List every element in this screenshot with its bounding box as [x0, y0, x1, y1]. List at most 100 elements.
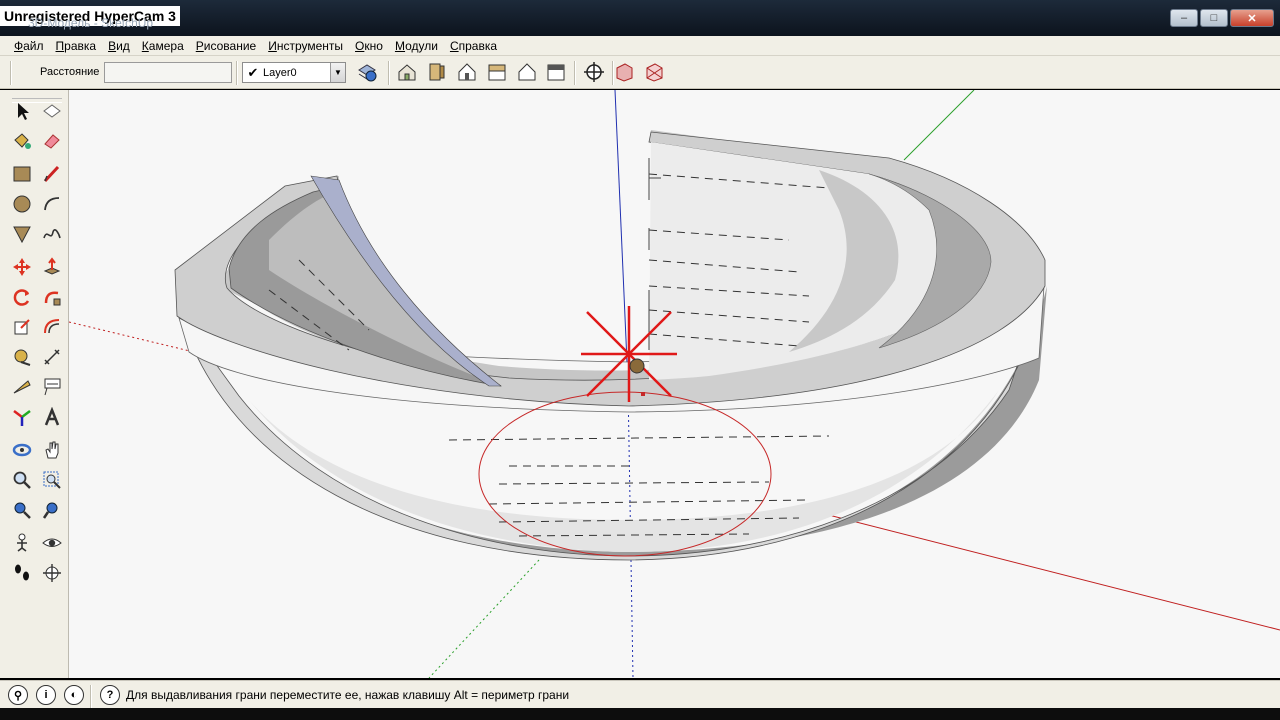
axes-tool-button[interactable] — [10, 405, 34, 429]
menu-view[interactable]: Вид — [102, 36, 136, 56]
rectangle-icon — [13, 166, 31, 182]
toolbar-separator — [236, 61, 238, 85]
camera-person-icon — [17, 533, 27, 552]
view-top-button[interactable] — [425, 60, 449, 84]
dimension-icon — [44, 349, 60, 365]
credits-icon[interactable]: i — [36, 685, 56, 705]
maximize-button[interactable]: □ — [1200, 9, 1228, 27]
section-box-icon — [616, 63, 633, 82]
follow-me-tool-button[interactable] — [40, 285, 64, 309]
green-axis — [903, 90, 975, 161]
status-hint: Для выдавливания грани переместите ее, н… — [126, 688, 570, 702]
close-button[interactable]: ✕ — [1230, 9, 1274, 27]
house-left-icon — [547, 64, 565, 81]
help-icon[interactable]: ? — [100, 685, 120, 705]
rotate-tool-button[interactable] — [10, 285, 34, 309]
select-tool-button[interactable] — [10, 99, 34, 123]
view-iso-button[interactable] — [395, 60, 419, 84]
red-axis — [808, 509, 1280, 631]
menu-plugins[interactable]: Модули — [389, 36, 444, 56]
protractor-tool-button[interactable] — [10, 375, 34, 399]
move-cursor — [581, 306, 677, 402]
orbit-tool-button[interactable] — [10, 438, 34, 462]
pan-tool-button[interactable] — [40, 438, 64, 462]
measurements-input[interactable] — [104, 62, 232, 83]
pushpull-cursor-icon — [629, 358, 645, 374]
offset-tool-button[interactable] — [40, 315, 64, 339]
make-component-button[interactable] — [40, 99, 64, 123]
house-front-icon — [458, 63, 476, 81]
menu-help[interactable]: Справка — [444, 36, 503, 56]
3d-text-tool-button[interactable] — [40, 405, 64, 429]
section-cut-icon — [646, 63, 663, 82]
previous-view-icon — [42, 502, 58, 519]
polygon-tool-button[interactable] — [10, 222, 34, 246]
green-axis-negative — [428, 559, 540, 678]
bowl-model — [174, 130, 1047, 561]
circle-tool-button[interactable] — [10, 192, 34, 216]
push-pull-tool-button[interactable] — [40, 255, 64, 279]
geo-location-icon[interactable]: ⚲ — [8, 685, 28, 705]
menu-edit[interactable]: Правка — [50, 36, 103, 56]
rectangle-tool-button[interactable] — [10, 162, 34, 186]
move-tool-button[interactable] — [10, 255, 34, 279]
menu-file[interactable]: Файл — [8, 36, 50, 56]
zoom-window-tool-button[interactable] — [40, 468, 64, 492]
menu-tools[interactable]: Инструменты — [262, 36, 349, 56]
freehand-icon — [43, 229, 61, 239]
rotate-icon — [13, 289, 30, 306]
paint-bucket-button[interactable] — [10, 129, 34, 153]
3d-viewport[interactable] — [69, 90, 1280, 678]
bowl-lower-band — [249, 390, 999, 552]
text-tool-button[interactable] — [40, 375, 64, 399]
3d-text-icon — [44, 407, 60, 426]
scale-icon — [14, 319, 30, 335]
view-right-button[interactable] — [485, 60, 509, 84]
dimension-tool-button[interactable] — [40, 345, 64, 369]
inference-point — [641, 392, 645, 396]
house-right-icon — [488, 64, 506, 81]
minimize-button[interactable]: – — [1170, 9, 1198, 27]
toolbar-separator — [10, 61, 12, 85]
position-camera-button[interactable] — [582, 60, 606, 84]
section-compass-button[interactable] — [40, 561, 64, 585]
freehand-tool-button[interactable] — [40, 222, 64, 246]
window-title: 3D-Модель - SketchUp — [28, 16, 154, 30]
magnifier-icon — [13, 471, 31, 489]
eraser-tool-button[interactable] — [40, 129, 64, 153]
arc-icon — [44, 197, 60, 211]
menu-camera[interactable]: Камера — [136, 36, 190, 56]
menu-draw[interactable]: Рисование — [190, 36, 262, 56]
walk-tool-button[interactable] — [10, 561, 34, 585]
look-around-tool-button[interactable] — [40, 531, 64, 555]
scale-tool-button[interactable] — [10, 315, 34, 339]
view-left-button[interactable] — [544, 60, 568, 84]
user-account-icon[interactable]: ◐ — [64, 685, 84, 705]
zoom-tool-button[interactable] — [10, 468, 34, 492]
layer-manager-button[interactable] — [355, 60, 379, 84]
tape-measure-icon — [14, 349, 31, 366]
push-pull-icon — [43, 257, 61, 275]
chevron-down-icon[interactable]: ▼ — [330, 63, 345, 82]
view-front-button[interactable] — [455, 60, 479, 84]
menu-window[interactable]: Окно — [349, 36, 389, 56]
protractor-icon — [13, 380, 31, 394]
footprints-icon — [15, 564, 29, 581]
line-tool-button[interactable] — [40, 162, 64, 186]
zoom-extents-button[interactable] — [10, 498, 34, 522]
previous-view-button[interactable] — [40, 498, 64, 522]
view-back-button[interactable] — [515, 60, 539, 84]
arc-tool-button[interactable] — [40, 192, 64, 216]
display-section-button[interactable] — [642, 60, 666, 84]
orbit-icon — [12, 443, 32, 457]
eraser-icon — [44, 134, 60, 149]
axes-icon — [13, 410, 31, 426]
section-plane-button[interactable] — [612, 60, 636, 84]
paint-bucket-icon — [14, 133, 31, 149]
eye-icon — [42, 538, 62, 547]
arrow-icon — [18, 103, 29, 120]
status-separator — [90, 685, 92, 709]
tape-measure-tool-button[interactable] — [10, 345, 34, 369]
layer-dropdown[interactable]: ✔ Layer0 ▼ — [242, 62, 346, 83]
position-camera-tool-button[interactable] — [10, 531, 34, 555]
